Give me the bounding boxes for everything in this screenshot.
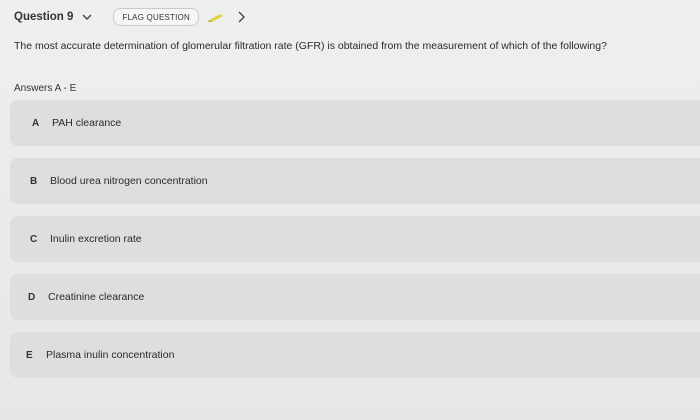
chevron-right-icon[interactable] xyxy=(237,10,249,24)
option-letter: E xyxy=(26,349,33,361)
question-header: Question 9 FLAG QUESTION xyxy=(14,8,249,26)
option-text: Creatinine clearance xyxy=(48,291,145,303)
flag-question-button[interactable]: FLAG QUESTION xyxy=(113,8,199,26)
question-text: The most accurate determination of glome… xyxy=(14,40,607,52)
option-letter: D xyxy=(28,291,36,303)
option-text: Blood urea nitrogen concentration xyxy=(50,175,208,187)
answer-option-d[interactable]: D Creatinine clearance xyxy=(10,274,700,320)
option-letter: A xyxy=(32,117,40,129)
pencil-icon xyxy=(207,11,225,23)
option-text: Inulin excretion rate xyxy=(50,233,142,245)
chevron-down-icon[interactable] xyxy=(81,11,93,23)
answer-option-c[interactable]: C Inulin excretion rate xyxy=(10,216,700,262)
answer-option-e[interactable]: E Plasma inulin concentration xyxy=(10,332,700,378)
answer-option-b[interactable]: B Blood urea nitrogen concentration xyxy=(10,158,700,204)
answer-option-a[interactable]: A PAH clearance xyxy=(10,100,700,146)
option-letter: C xyxy=(30,233,38,245)
quiz-page: Question 9 FLAG QUESTION The most accura… xyxy=(0,0,700,420)
option-text: PAH clearance xyxy=(52,117,122,129)
option-letter: B xyxy=(30,175,38,187)
question-number: Question 9 xyxy=(14,11,74,23)
answers-label: Answers A - E xyxy=(14,83,77,94)
option-text: Plasma inulin concentration xyxy=(46,349,175,361)
